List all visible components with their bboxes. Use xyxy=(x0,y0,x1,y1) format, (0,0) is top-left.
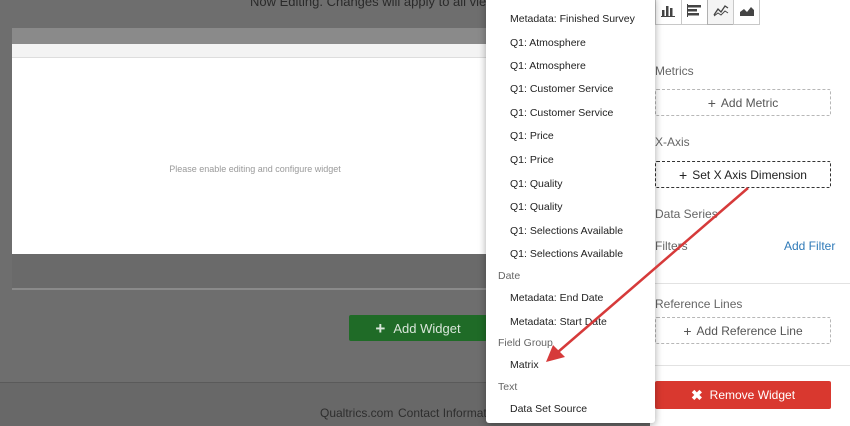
dropdown-item-matrix[interactable]: Matrix xyxy=(510,359,539,371)
widget-header xyxy=(12,44,498,58)
reference-lines-label: Reference Lines xyxy=(655,297,743,311)
dropdown-item[interactable]: Q1: Quality xyxy=(510,201,563,213)
chart-type-selector xyxy=(655,0,760,25)
add-reference-line-label: Add Reference Line xyxy=(696,323,803,338)
editing-banner: Now Editing. Changes will apply to all v… xyxy=(250,0,518,9)
remove-widget-button[interactable]: ✖ Remove Widget xyxy=(655,381,831,409)
plus-icon: + xyxy=(679,166,688,183)
plus-icon: + xyxy=(683,322,692,339)
set-xaxis-label: Set X Axis Dimension xyxy=(692,167,807,182)
panel-divider xyxy=(655,283,850,284)
dropdown-item[interactable]: Q1: Quality xyxy=(510,178,563,190)
dropdown-item[interactable]: Metadata: Start Date xyxy=(510,316,607,328)
dropdown-group-text: Text xyxy=(498,381,518,393)
plus-icon: + xyxy=(375,318,386,338)
add-widget-label: Add Widget xyxy=(393,320,461,336)
widget-placeholder-message: Please enable editing and configure widg… xyxy=(169,164,341,174)
add-filter-link[interactable]: Add Filter xyxy=(784,239,835,253)
bar-chart-icon[interactable] xyxy=(655,0,682,25)
horizontal-bar-chart-icon[interactable] xyxy=(681,0,708,25)
dropdown-group-field-group: Field Group xyxy=(498,337,553,349)
close-icon: ✖ xyxy=(690,386,703,403)
add-metric-button[interactable]: + Add Metric xyxy=(655,89,831,116)
area-chart-icon[interactable] xyxy=(733,0,760,25)
dropdown-item[interactable]: Metadata: End Date xyxy=(510,292,603,304)
remove-widget-label: Remove Widget xyxy=(709,388,796,402)
dropdown-item[interactable]: Q1: Atmosphere xyxy=(510,37,586,49)
add-metric-label: Add Metric xyxy=(720,95,779,110)
add-widget-button[interactable]: + Add Widget xyxy=(349,315,487,341)
dropdown-group-date: Date xyxy=(498,270,521,282)
dropdown-item[interactable]: Q1: Customer Service xyxy=(510,107,613,119)
add-reference-line-button[interactable]: + Add Reference Line xyxy=(655,317,831,344)
panel-divider xyxy=(655,365,850,366)
metrics-label: Metrics xyxy=(655,64,694,78)
data-series-label: Data Series xyxy=(655,207,718,221)
dropdown-item[interactable]: Data Set Source xyxy=(510,403,587,415)
dropdown-item[interactable]: Q1: Selections Available xyxy=(510,248,623,260)
xaxis-dimension-dropdown: Metadata: Finished Survey Q1: Atmosphere… xyxy=(486,0,655,423)
dropdown-item[interactable]: Q1: Price xyxy=(510,130,554,142)
set-xaxis-button[interactable]: + Set X Axis Dimension xyxy=(655,161,831,188)
filters-label: Filters xyxy=(655,239,688,253)
dropdown-item[interactable]: Q1: Customer Service xyxy=(510,83,613,95)
dropdown-item[interactable]: Metadata: Finished Survey xyxy=(510,13,635,25)
footer-link-qualtrics[interactable]: Qualtrics.com xyxy=(320,406,393,420)
dropdown-item[interactable]: Q1: Atmosphere xyxy=(510,60,586,72)
widget-footer xyxy=(12,254,498,288)
line-chart-icon[interactable] xyxy=(707,0,734,25)
plus-icon: + xyxy=(707,94,716,111)
dropdown-item[interactable]: Q1: Selections Available xyxy=(510,225,623,237)
xaxis-label: X-Axis xyxy=(655,135,690,149)
widget-body[interactable]: Please enable editing and configure widg… xyxy=(12,58,498,254)
dropdown-item[interactable]: Q1: Price xyxy=(510,154,554,166)
